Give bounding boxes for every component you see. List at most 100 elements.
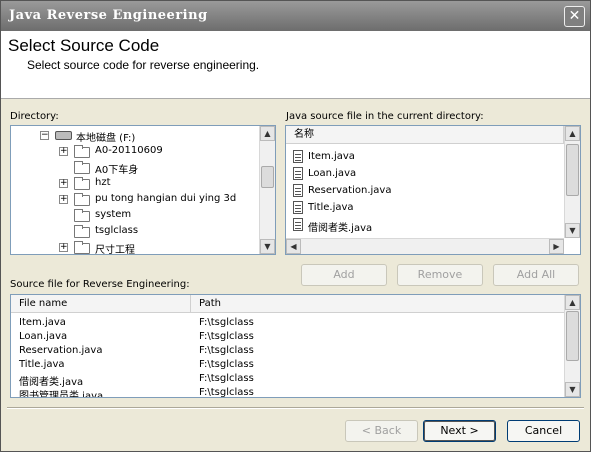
folder-icon: [74, 145, 90, 158]
list-item[interactable]: Reservation.java: [286, 183, 562, 200]
tree-item-label: A0下车身: [95, 165, 139, 176]
wizard-header: Select Source Code Select source code fo…: [1, 31, 590, 99]
tree-item-label: 尺寸工程: [95, 245, 135, 255]
back-button[interactable]: < Back: [345, 420, 418, 442]
list-item[interactable]: Item.java: [286, 149, 562, 166]
scroll-down-icon[interactable]: ▼: [565, 382, 580, 397]
drive-icon: [55, 131, 72, 140]
tree-item-folder[interactable]: A0下车身: [11, 160, 259, 176]
list-item-label: Loan.java: [308, 168, 357, 179]
scroll-right-icon[interactable]: ▶: [549, 239, 564, 254]
expand-icon[interactable]: +: [59, 195, 68, 204]
tree-item-folder[interactable]: + A0-20110609: [11, 144, 259, 160]
expand-icon[interactable]: +: [59, 243, 68, 252]
folder-icon: [74, 161, 90, 174]
folder-icon: [74, 209, 90, 222]
table-row[interactable]: Title.java F:\tsglclass: [11, 359, 565, 373]
reverse-files-table[interactable]: File name Path Item.java F:\tsglclass Loan…: [10, 294, 581, 398]
reverse-files-scrollbar[interactable]: ▲ ▼: [564, 295, 580, 397]
next-button[interactable]: Next >: [423, 420, 496, 442]
page-title: Select Source Code: [8, 36, 160, 55]
dialog-window: Java Reverse Engineering ✕ Select Source…: [0, 0, 591, 452]
scroll-thumb[interactable]: [566, 144, 579, 196]
java-files-label: Java source file in the current director…: [286, 111, 484, 122]
java-file-icon: [293, 218, 303, 231]
footer-divider: [7, 407, 584, 409]
folder-icon: [74, 177, 90, 190]
folder-icon: [74, 193, 90, 206]
java-file-icon: [293, 150, 303, 163]
java-file-icon: [293, 184, 303, 197]
scroll-up-icon[interactable]: ▲: [260, 126, 275, 141]
page-subtitle: Select source code for reverse engineeri…: [27, 58, 260, 72]
path-cell: F:\tsglclass: [199, 345, 254, 356]
directory-label: Directory:: [10, 111, 59, 122]
file-name-cell: Loan.java: [19, 331, 68, 342]
path-cell: F:\tsglclass: [199, 373, 254, 384]
close-icon: ✕: [568, 8, 581, 24]
add-all-button[interactable]: Add All: [493, 264, 579, 286]
cancel-button[interactable]: Cancel: [507, 420, 580, 442]
title-bar[interactable]: Java Reverse Engineering ✕: [1, 1, 590, 31]
table-row[interactable]: 图书管理员类.java F:\tsglclass: [11, 387, 565, 398]
list-item[interactable]: Title.java: [286, 200, 562, 217]
list-item-label: Item.java: [308, 151, 355, 162]
scroll-up-icon[interactable]: ▲: [565, 295, 580, 310]
path-cell: F:\tsglclass: [199, 331, 254, 342]
list-item[interactable]: Loan.java: [286, 166, 562, 183]
java-file-icon: [293, 201, 303, 214]
expand-icon[interactable]: +: [59, 147, 68, 156]
tree-item-label: system: [95, 209, 132, 220]
path-cell: F:\tsglclass: [199, 387, 254, 398]
close-button[interactable]: ✕: [564, 6, 585, 27]
scroll-down-icon[interactable]: ▼: [260, 239, 275, 254]
java-file-icon: [293, 167, 303, 180]
add-button[interactable]: Add: [301, 264, 387, 286]
tree-item-folder[interactable]: tsglclass: [11, 224, 259, 240]
reverse-files-label: Source file for Reverse Engineering:: [10, 279, 190, 290]
tree-item-folder[interactable]: + hzt: [11, 176, 259, 192]
tree-item-label: 本地磁盘 (F:): [76, 133, 136, 144]
expand-icon[interactable]: +: [59, 179, 68, 188]
file-name-cell: 图书管理员类.java: [19, 391, 104, 398]
file-name-cell: 借阅者类.java: [19, 377, 84, 388]
tree-item-drive-f[interactable]: − 本地磁盘 (F:): [11, 128, 259, 144]
folder-icon: [74, 241, 90, 254]
table-row[interactable]: 借阅者类.java F:\tsglclass: [11, 373, 565, 388]
table-row[interactable]: Loan.java F:\tsglclass: [11, 331, 565, 345]
tree-item-label: hzt: [95, 177, 111, 188]
list-item-label: Title.java: [308, 202, 354, 213]
folder-icon: [74, 225, 90, 238]
java-files-vscrollbar[interactable]: ▲ ▼: [564, 126, 580, 238]
list-item-label: Reservation.java: [308, 185, 392, 196]
list-item-label: 借阅者类.java: [308, 223, 373, 234]
file-name-cell: Item.java: [19, 317, 66, 328]
column-header-path[interactable]: Path: [191, 295, 566, 313]
list-item[interactable]: 借阅者类.java: [286, 217, 562, 234]
tree-item-label: pu tong hangian dui ying 3d: [95, 193, 237, 204]
tree-item-folder[interactable]: + pu tong hangian dui ying 3d: [11, 192, 259, 208]
directory-tree[interactable]: − 本地磁盘 (F:) + A0-20110609 A0下车身 + hzt + pu ton…: [10, 125, 276, 255]
tree-item-label: A0-20110609: [95, 145, 163, 156]
tree-item-label: tsglclass: [95, 225, 139, 236]
directory-scrollbar[interactable]: ▲ ▼: [259, 126, 275, 254]
tree-item-folder[interactable]: + 尺寸工程: [11, 240, 259, 255]
table-row[interactable]: Item.java F:\tsglclass: [11, 317, 565, 331]
column-header-file-name[interactable]: File name: [11, 295, 191, 313]
window-title: Java Reverse Engineering: [9, 8, 208, 23]
scroll-left-icon[interactable]: ◀: [286, 239, 301, 254]
path-cell: F:\tsglclass: [199, 359, 254, 370]
java-files-hscrollbar[interactable]: ◀ ▶: [286, 238, 564, 254]
remove-button[interactable]: Remove: [397, 264, 483, 286]
collapse-icon[interactable]: −: [40, 131, 49, 140]
scroll-down-icon[interactable]: ▼: [565, 223, 580, 238]
path-cell: F:\tsglclass: [199, 317, 254, 328]
tree-item-folder[interactable]: system: [11, 208, 259, 224]
scroll-up-icon[interactable]: ▲: [565, 126, 580, 141]
scroll-thumb[interactable]: [261, 166, 274, 188]
java-files-list[interactable]: 名称 Item.java Loan.java Reservation.java Tit…: [285, 125, 581, 255]
table-row[interactable]: Reservation.java F:\tsglclass: [11, 345, 565, 359]
column-header-name[interactable]: 名称: [286, 126, 564, 144]
scroll-thumb[interactable]: [566, 311, 579, 361]
file-name-cell: Reservation.java: [19, 345, 103, 356]
